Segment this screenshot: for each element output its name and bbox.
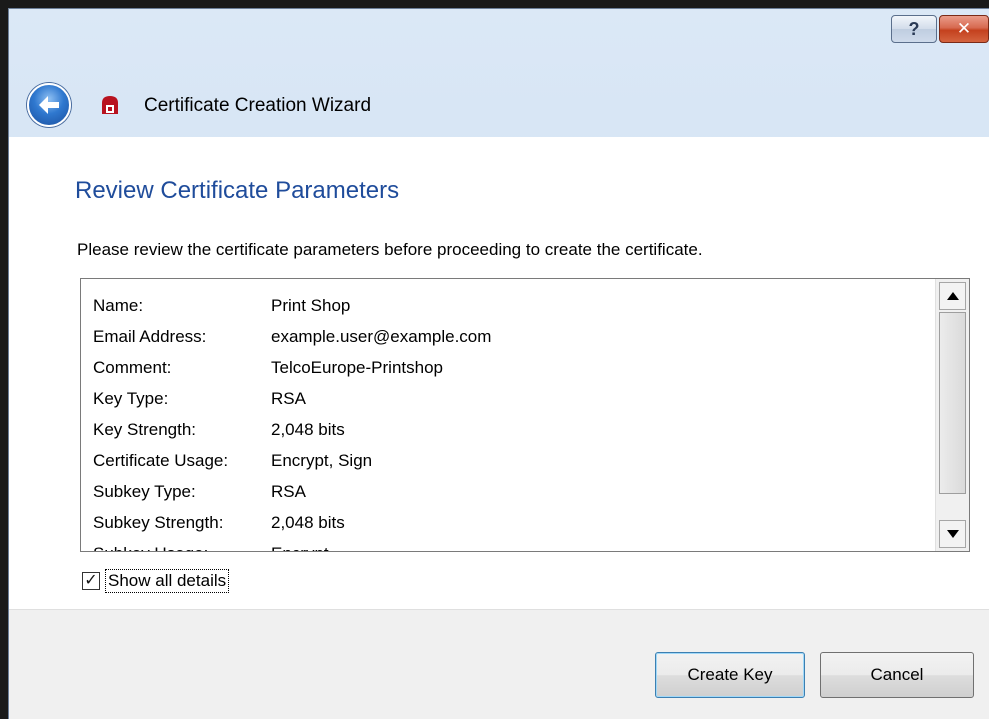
- help-icon: ?: [908, 18, 920, 39]
- triangle-down-icon: [946, 530, 959, 538]
- instruction-text: Please review the certificate parameters…: [77, 240, 703, 259]
- caption-buttons: ? ✕: [891, 15, 989, 43]
- vertical-scrollbar[interactable]: [935, 279, 969, 551]
- title-bar: ? ✕ Certificate Creation Wizard: [9, 9, 989, 137]
- parameter-row: Key Strength: 2,048 bits: [93, 414, 929, 445]
- show-details-label[interactable]: Show all details: [105, 569, 230, 593]
- parameter-value: RSA: [271, 389, 306, 408]
- checkmark-icon: ✓: [84, 572, 98, 589]
- parameter-label: Subkey Strength:: [93, 513, 224, 532]
- show-details-checkbox[interactable]: ✓: [82, 572, 100, 590]
- cancel-button[interactable]: Cancel: [820, 652, 974, 698]
- scroll-thumb[interactable]: [939, 312, 966, 494]
- parameter-row: Key Type: RSA: [93, 383, 929, 414]
- parameter-value: TelcoEurope-Printshop: [271, 358, 443, 377]
- parameter-label: Key Strength:: [93, 420, 197, 439]
- parameter-label: Subkey Usage:: [93, 538, 271, 551]
- parameter-label: Subkey Type:: [93, 482, 196, 501]
- scroll-up-button[interactable]: [939, 282, 966, 310]
- parameter-value: Encrypt, Sign: [271, 451, 373, 470]
- parameters-text: Name: Print Shop Email Address: example.…: [93, 290, 929, 551]
- parameter-value: Encrypt: [271, 538, 329, 551]
- parameter-row: Subkey Type: RSA: [93, 476, 929, 507]
- parameter-row: Certificate Usage: Encrypt, Sign: [93, 445, 929, 476]
- parameter-value: Print Shop: [271, 296, 351, 315]
- parameter-row: Name: Print Shop: [93, 290, 929, 321]
- close-button[interactable]: ✕: [939, 15, 989, 43]
- parameter-label: Email Address:: [93, 327, 207, 346]
- scroll-down-button[interactable]: [939, 520, 966, 548]
- parameter-row: Comment: TelcoEurope-Printshop: [93, 352, 929, 383]
- parameter-value: example.user@example.com: [271, 327, 492, 346]
- wizard-content: Review Certificate Parameters Please rev…: [9, 137, 989, 609]
- page-title: Review Certificate Parameters: [75, 177, 400, 204]
- help-button[interactable]: ?: [891, 15, 937, 43]
- arrow-left-icon: [39, 96, 59, 114]
- parameter-label: Name:: [93, 296, 144, 315]
- parameters-list[interactable]: Name: Print Shop Email Address: example.…: [80, 278, 970, 552]
- parameter-row: Email Address: example.user@example.com: [93, 321, 929, 352]
- window-title: Certificate Creation Wizard: [144, 95, 372, 116]
- parameter-value: RSA: [271, 482, 306, 501]
- triangle-up-icon: [946, 292, 959, 300]
- show-details-option[interactable]: ✓ Show all details: [82, 569, 230, 593]
- back-button[interactable]: [27, 83, 71, 127]
- close-icon: ✕: [956, 19, 972, 38]
- create-key-button[interactable]: Create Key: [655, 652, 805, 698]
- parameter-row: Subkey Usage: Encrypt: [93, 538, 929, 551]
- parameter-label: Key Type:: [93, 389, 169, 408]
- parameter-label: Certificate Usage:: [93, 451, 229, 470]
- parameter-row: Subkey Strength: 2,048 bits: [93, 507, 929, 538]
- certificate-app-icon: [102, 96, 118, 114]
- parameter-value: 2,048 bits: [271, 513, 345, 532]
- parameter-label: Comment:: [93, 358, 172, 377]
- parameter-value: 2,048 bits: [271, 420, 345, 439]
- button-bar: Create Key Cancel: [9, 609, 989, 719]
- wizard-window: ? ✕ Certificate Creation Wizard Review C…: [8, 8, 989, 719]
